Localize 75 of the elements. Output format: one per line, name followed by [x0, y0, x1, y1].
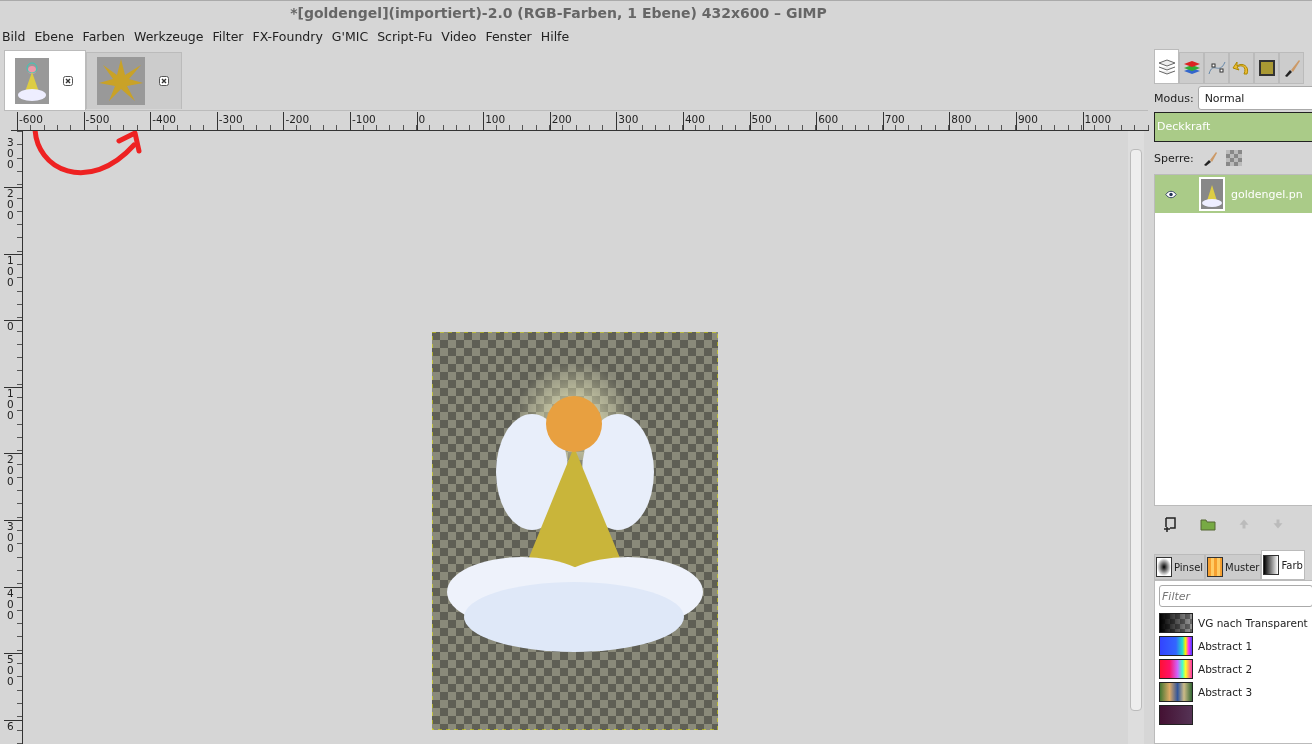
- gradient-swatch-icon: [1263, 555, 1280, 575]
- ruler-label: 300: [6, 137, 15, 171]
- close-icon[interactable]: [159, 76, 169, 86]
- menu-item[interactable]: Fenster: [485, 29, 539, 44]
- menu-item[interactable]: Filter: [212, 29, 251, 44]
- menu-item[interactable]: Video: [441, 29, 484, 44]
- gradient-swatch[interactable]: [1159, 658, 1193, 679]
- close-icon[interactable]: [63, 76, 73, 86]
- ruler-label: -600: [19, 112, 43, 125]
- ruler-label: 400: [684, 112, 705, 125]
- gradient-swatch[interactable]: [1159, 704, 1193, 725]
- ruler-label: 100: [6, 254, 15, 288]
- menu-item[interactable]: G'MIC: [331, 29, 376, 44]
- gradient-name[interactable]: Abstract 3: [1198, 685, 1253, 698]
- folder-icon[interactable]: [1200, 516, 1216, 532]
- ruler-label: 300: [618, 112, 639, 125]
- gradient-name[interactable]: Abstract 1: [1198, 639, 1253, 652]
- gradient-name[interactable]: VG nach Transparent: [1198, 616, 1308, 629]
- gradient-swatch[interactable]: [1159, 635, 1193, 656]
- layers-tab[interactable]: [1154, 49, 1179, 84]
- new-layer-icon[interactable]: [1162, 516, 1178, 532]
- ruler-label: -200: [285, 112, 310, 125]
- angel-thumbnail-icon: [15, 58, 49, 104]
- paths-tab[interactable]: [1204, 52, 1229, 84]
- image-thumbnail-icon: [1256, 58, 1277, 78]
- menu-item[interactable]: Werkzeuge: [134, 29, 211, 44]
- striped-pattern-icon: [1207, 557, 1224, 577]
- ruler-label: 200: [6, 454, 15, 488]
- ruler-label: 500: [751, 112, 772, 125]
- ruler-label: 0: [418, 112, 426, 125]
- gradient-tab[interactable]: Farb: [1261, 550, 1305, 580]
- menu-item[interactable]: Bild: [2, 29, 33, 44]
- channels-tab[interactable]: [1179, 52, 1204, 84]
- gradient-swatch[interactable]: [1159, 612, 1193, 633]
- ruler-label: -500: [85, 112, 110, 125]
- menu-item[interactable]: Ebene: [34, 29, 81, 44]
- menu-item[interactable]: Farben: [82, 29, 132, 44]
- ruler-label: -100: [351, 112, 376, 125]
- angel-thumbnail-icon: [1199, 177, 1225, 211]
- star-thumbnail-icon: [97, 57, 145, 105]
- ruler-label: 400: [6, 587, 15, 621]
- ruler-label: 0: [6, 321, 15, 333]
- layers-icon: [1156, 56, 1177, 77]
- ruler-label: -300: [218, 112, 243, 125]
- ruler-label: 200: [6, 188, 15, 222]
- brush-tab[interactable]: Pinsel: [1154, 554, 1206, 580]
- ruler-label: 6: [6, 720, 15, 732]
- lock-alpha-checker-icon[interactable]: [1225, 150, 1242, 166]
- menu-item[interactable]: FX-Foundry: [252, 29, 330, 44]
- ruler-label: 1000: [1084, 112, 1112, 125]
- scrollbar-thumb[interactable]: [1130, 149, 1142, 711]
- image-tab[interactable]: [1254, 52, 1279, 84]
- pattern-tab[interactable]: Muster: [1205, 554, 1262, 580]
- mode-dropdown[interactable]: Normal: [1197, 86, 1312, 110]
- ruler-label: 100: [6, 387, 15, 421]
- soft-brush-icon: [1156, 557, 1172, 577]
- ruler-label: 500: [6, 654, 15, 688]
- gradient-swatch[interactable]: [1159, 681, 1193, 702]
- ruler-label: 300: [6, 520, 15, 554]
- ruler-label: -400: [152, 112, 177, 125]
- menu-item[interactable]: Script-Fu: [377, 29, 440, 44]
- ruler-label: 100: [485, 112, 506, 125]
- ruler-label: 800: [951, 112, 972, 125]
- filter-field[interactable]: Filter: [1159, 585, 1312, 607]
- ruler-label: 700: [884, 112, 905, 125]
- gradient-name[interactable]: Abstract 2: [1198, 662, 1253, 675]
- window-title: *[goldengel](importiert)-2.0 (RGB-Farben, 1 Ebene) 432x600 – GIMP: [290, 5, 827, 21]
- ruler-label: 900: [1017, 112, 1038, 125]
- ruler-label: 200: [551, 112, 572, 125]
- mode-label: Modus:: [1154, 91, 1194, 105]
- lock-label: Sperre:: [1154, 151, 1194, 165]
- vertical-scrollbar[interactable]: [1128, 131, 1144, 744]
- eye-icon[interactable]: [1165, 189, 1177, 199]
- ruler-label: 600: [818, 112, 839, 125]
- menu-item[interactable]: Hilfe: [540, 29, 577, 44]
